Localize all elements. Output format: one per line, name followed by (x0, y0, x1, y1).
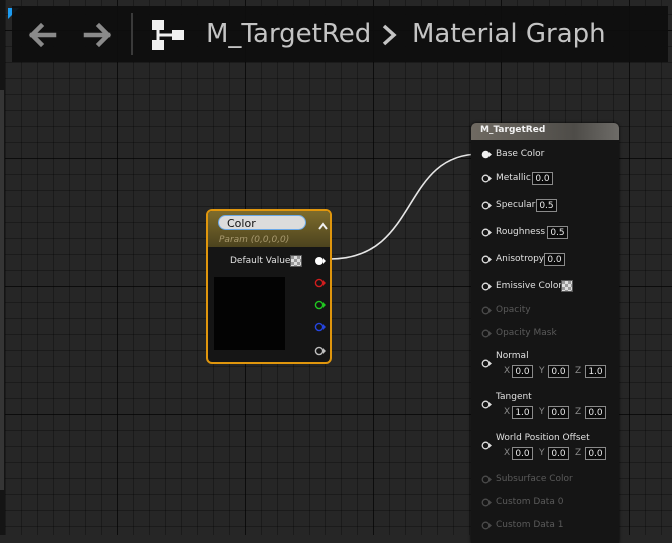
axis-y-label: Y (539, 407, 545, 417)
input-pin[interactable] (481, 255, 492, 264)
back-button[interactable] (24, 20, 60, 50)
output-pin-b[interactable] (314, 322, 326, 332)
node-title: M_TargetRed (480, 125, 546, 135)
breadcrumb-material[interactable]: M_TargetRed (206, 16, 371, 52)
default-value-swatch[interactable] (290, 255, 302, 267)
breadcrumb-graph[interactable]: Material Graph (412, 16, 606, 52)
scrollbar-thumb[interactable] (0, 90, 4, 490)
input-pin[interactable] (481, 228, 492, 237)
input-pin[interactable] (481, 441, 492, 450)
wpo-y-value[interactable]: 0.0 (548, 447, 569, 460)
input-label: Custom Data 0 (496, 497, 564, 507)
axis-y-label: Y (539, 366, 545, 376)
axis-x-label: X (504, 366, 511, 376)
input-label: World Position Offset (496, 433, 590, 443)
toolbar-separator (131, 13, 133, 55)
axis-x-label: X (504, 407, 511, 417)
tangent-z-value[interactable]: 0.0 (585, 406, 606, 419)
input-label: Roughness (496, 227, 546, 237)
input-pin-disabled (481, 475, 492, 484)
input-pin-disabled (481, 306, 492, 315)
forward-button[interactable] (80, 20, 116, 50)
axis-z-label: Z (575, 448, 582, 458)
material-graph-icon (152, 20, 184, 50)
wpo-x-value[interactable]: 0.0 (512, 447, 533, 460)
node-subtitle: Param (0,0,0,0) (219, 235, 290, 245)
material-result-node[interactable]: M_TargetRed Base Color Metallic 0.0 Spec… (471, 123, 619, 543)
normal-x-value[interactable]: 0.0 (512, 365, 533, 378)
metallic-value[interactable]: 0.0 (532, 172, 553, 185)
color-parameter-node[interactable]: Color Param (0,0,0,0) Default Value (206, 209, 332, 364)
graph-toolbar: M_TargetRed Material Graph (12, 6, 668, 62)
arrow-left-icon (28, 22, 57, 48)
color-preview (214, 277, 285, 350)
input-label: Opacity Mask (496, 328, 557, 338)
tangent-y-value[interactable]: 0.0 (548, 406, 569, 419)
input-label: Anisotropy (496, 254, 545, 264)
input-label: Tangent (496, 392, 532, 402)
input-pin[interactable] (481, 282, 492, 291)
axis-z-label: Z (575, 366, 582, 376)
normal-z-value[interactable]: 1.0 (585, 365, 606, 378)
input-label: Base Color (496, 149, 545, 159)
input-label: Specular (496, 200, 536, 210)
input-label: Normal (496, 351, 529, 361)
tangent-x-value[interactable]: 1.0 (512, 406, 533, 419)
node-header[interactable]: M_TargetRed (471, 123, 619, 140)
input-pin-disabled (481, 329, 492, 338)
emissive-color-swatch[interactable] (561, 280, 573, 292)
chevron-up-icon[interactable] (318, 222, 328, 230)
output-pin-g[interactable] (314, 300, 326, 310)
input-label: Opacity (496, 305, 531, 315)
axis-y-label: Y (539, 448, 545, 458)
output-pin-r[interactable] (314, 278, 326, 288)
input-pin[interactable] (481, 359, 492, 368)
output-pin-rgba[interactable] (314, 256, 326, 266)
input-pin-disabled (481, 498, 492, 507)
arrow-right-icon (83, 22, 112, 48)
input-label: Custom Data 1 (496, 520, 564, 530)
input-pin-disabled (481, 521, 492, 530)
input-label: Emissive Color (496, 281, 563, 291)
specular-value[interactable]: 0.5 (536, 199, 557, 212)
roughness-value[interactable]: 0.5 (547, 226, 568, 239)
input-pin[interactable] (481, 400, 492, 409)
input-label: Metallic (496, 173, 531, 183)
wpo-z-value[interactable]: 0.0 (585, 447, 606, 460)
anisotropy-value[interactable]: 0.0 (544, 253, 565, 266)
chevron-right-icon (382, 24, 397, 46)
output-pin-a[interactable] (314, 346, 326, 356)
default-value-label: Default Value (230, 256, 291, 266)
input-label: Subsurface Color (496, 474, 573, 484)
input-pin-connected[interactable] (481, 150, 492, 159)
input-pin[interactable] (481, 174, 492, 183)
parameter-name-field[interactable]: Color (218, 215, 306, 230)
node-header[interactable]: Color Param (0,0,0,0) (208, 211, 330, 247)
input-pin[interactable] (481, 201, 492, 210)
left-panel-edge (0, 0, 5, 535)
axis-z-label: Z (575, 407, 582, 417)
axis-x-label: X (504, 448, 511, 458)
normal-y-value[interactable]: 0.0 (548, 365, 569, 378)
